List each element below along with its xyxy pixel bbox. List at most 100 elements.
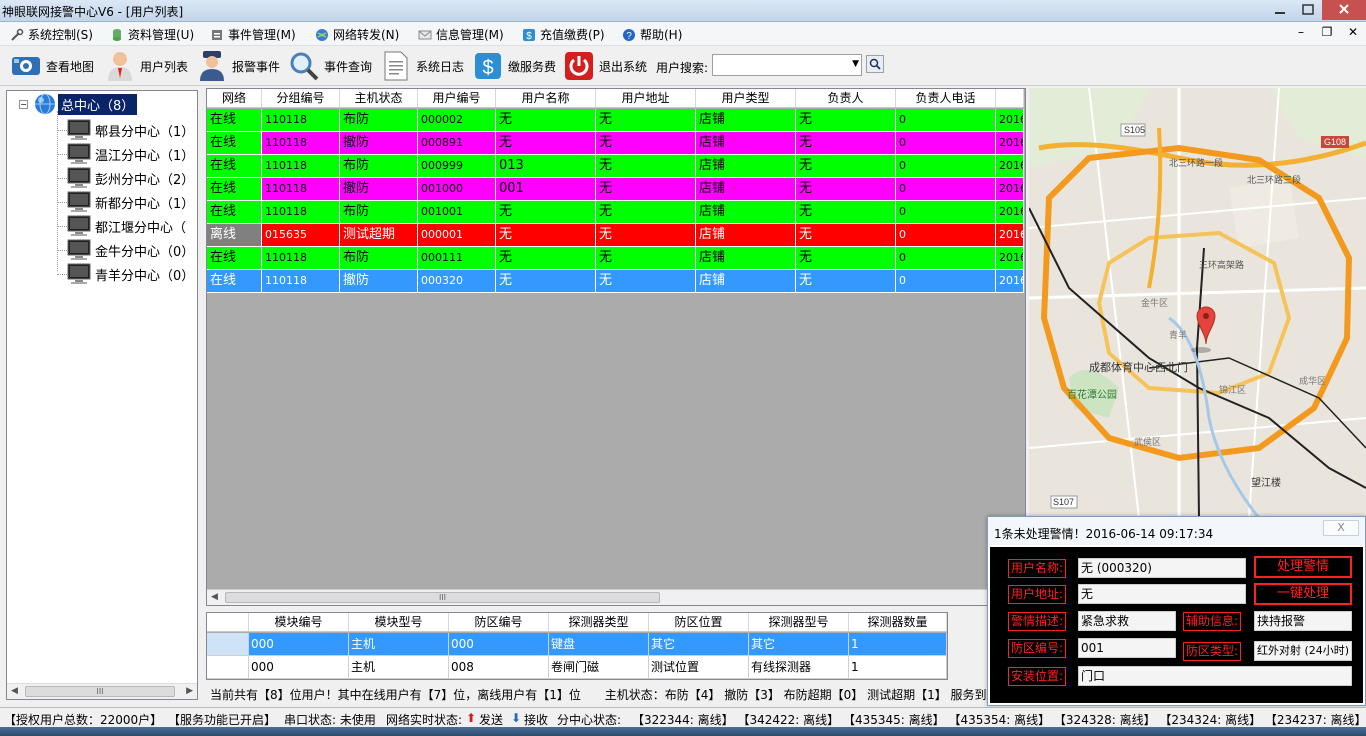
table-cell: 撤防 xyxy=(340,132,418,155)
table-row[interactable]: 在线110118布防000002无无店铺无02016 xyxy=(207,109,1024,132)
user-column-header[interactable]: 用户地址 xyxy=(596,89,696,107)
table-cell: 0 xyxy=(896,270,996,293)
user-column-header[interactable]: 负责人 xyxy=(796,89,896,107)
scroll-left-icon[interactable]: ◀ xyxy=(11,686,18,696)
table-cell: 000001 xyxy=(418,224,496,247)
pay-service-fee-button[interactable]: $ 缴服务费 xyxy=(472,49,556,83)
user-column-header[interactable] xyxy=(996,89,1024,107)
tree-root-node[interactable]: − 总中心（8） xyxy=(19,93,138,115)
tree-node-xindu[interactable]: 新都分中心（1） xyxy=(57,191,194,213)
network-status-label: 网络实时状态: xyxy=(386,713,463,727)
table-cell: 001000 xyxy=(418,178,496,201)
tree-node-dujiangyan[interactable]: 都江堰分中心（ xyxy=(57,215,186,237)
tree-node-pengzhou[interactable]: 彭州分中心（2） xyxy=(57,167,194,189)
minimize-button[interactable] xyxy=(1266,0,1294,20)
table-row[interactable]: 在线110118布防000999013无店铺无02016 xyxy=(207,155,1024,178)
menu-data-management[interactable]: 资料管理(U) xyxy=(110,26,194,43)
alarm-popup-close-button[interactable]: X xyxy=(1323,520,1359,536)
table-cell: 无 xyxy=(796,132,896,155)
city-map[interactable]: S105 G108 S107 北三环路一段 北三环路三段 三环高架路 金牛区 成… xyxy=(1029,88,1366,518)
module-column-header[interactable]: 探测器型号 xyxy=(749,613,849,631)
payment-icon: $ xyxy=(522,28,536,42)
user-list-button[interactable]: 用户列表 xyxy=(104,49,188,83)
alarm-events-label: 报警事件 xyxy=(232,59,281,74)
mdi-restore-icon[interactable]: ❐ xyxy=(1318,25,1336,39)
handle-alarm-button[interactable]: 处理警情 xyxy=(1254,556,1352,578)
table-cell: 店铺 xyxy=(696,270,796,293)
menu-info-management[interactable]: 信息管理(M) xyxy=(418,26,504,43)
exit-system-button[interactable]: 退出系统 xyxy=(563,49,647,83)
alarm-popup-header: 1条未处理警情！2016-06-14 09:17:34 X xyxy=(988,517,1365,545)
table-cell: 0 xyxy=(896,224,996,247)
table-row[interactable]: 在线110118撤防000320无无店铺无02016 xyxy=(207,270,1024,293)
tree-node-label: 郫县分中心（1） xyxy=(95,124,195,140)
view-map-button[interactable]: 查看地图 xyxy=(10,49,94,83)
module-column-header[interactable]: 模块编号 xyxy=(249,613,349,631)
maximize-button[interactable] xyxy=(1294,0,1322,20)
user-column-header[interactable]: 分组编号 xyxy=(262,89,340,107)
install-position-value: 门口 xyxy=(1078,666,1352,686)
menu-system-control[interactable]: 系统控制(S) xyxy=(10,26,93,43)
licensed-users-status: 【授权用户总数：22000户】 xyxy=(4,713,163,727)
user-list-label: 用户列表 xyxy=(140,59,189,74)
user-table-horizontal-scrollbar[interactable]: ◀ III ▶ xyxy=(207,589,1025,605)
alarm-events-button[interactable]: 报警事件 xyxy=(196,49,280,83)
search-go-button[interactable] xyxy=(866,55,884,73)
user-column-header[interactable]: 用户编号 xyxy=(418,89,496,107)
map-view[interactable]: S105 G108 S107 北三环路一段 北三环路三段 三环高架路 金牛区 成… xyxy=(1029,88,1366,518)
tree-node-wenjiang[interactable]: 温江分中心（1） xyxy=(57,143,194,165)
dropdown-arrow-icon[interactable]: ▼ xyxy=(852,59,859,69)
center-tree: − 总中心（8） 郫县分中心（1） 温江分中心（1） 彭州分中心（2） 新都分中… xyxy=(6,90,198,700)
tree-node-pixian[interactable]: 郫县分中心（1） xyxy=(57,119,194,141)
tree-node-qingyang[interactable]: 青羊分中心（0） xyxy=(57,263,194,285)
map-label-jinjiang: 锦江区 xyxy=(1219,384,1246,395)
user-column-header[interactable]: 网络 xyxy=(207,89,262,107)
module-column-header[interactable]: 模块型号 xyxy=(349,613,449,631)
table-cell: 无 xyxy=(796,224,896,247)
one-key-handle-button[interactable]: 一键处理 xyxy=(1254,583,1352,605)
close-window-button[interactable] xyxy=(1322,0,1366,20)
tree-node-label: 新都分中心（1） xyxy=(95,196,195,212)
scroll-thumb[interactable]: III xyxy=(25,686,175,697)
event-query-label: 事件查询 xyxy=(324,59,373,74)
tree-horizontal-scrollbar[interactable]: ◀ III ▶ xyxy=(7,683,197,699)
event-query-button[interactable]: 事件查询 xyxy=(288,49,372,83)
module-column-header[interactable]: 防区位置 xyxy=(649,613,749,631)
module-column-header[interactable]: 防区编号 xyxy=(449,613,549,631)
table-cell: 在线 xyxy=(207,247,262,270)
user-column-header[interactable]: 主机状态 xyxy=(340,89,418,107)
table-row[interactable]: 在线110118撤防001000001无店铺无02016 xyxy=(207,178,1024,201)
user-column-header[interactable]: 用户类型 xyxy=(696,89,796,107)
system-log-button[interactable]: 系统日志 xyxy=(380,49,464,83)
menu-event-management[interactable]: 事件管理(M) xyxy=(210,26,296,43)
table-row[interactable]: 在线110118撤防000891无无店铺无02016 xyxy=(207,132,1024,155)
user-column-header[interactable]: 用户名称 xyxy=(496,89,596,107)
dollar-icon: $ xyxy=(472,50,504,82)
user-search-input[interactable]: ▼ xyxy=(712,54,862,76)
table-cell: 其它 xyxy=(749,633,849,656)
menu-recharge[interactable]: $ 充值缴费(P) xyxy=(522,26,605,43)
table-row[interactable]: 在线110118布防000111无无店铺无02016 xyxy=(207,247,1024,270)
table-cell: 无 xyxy=(496,270,596,293)
mdi-close-icon[interactable]: ✕ xyxy=(1344,25,1362,39)
module-column-header[interactable]: 探测器类型 xyxy=(549,613,649,631)
table-cell: 在线 xyxy=(207,201,262,224)
log-document-icon xyxy=(380,50,412,82)
table-row[interactable]: 000 主机 000 键盘 其它 其它 1 xyxy=(207,633,947,656)
scroll-left-icon[interactable]: ◀ xyxy=(211,592,218,602)
module-column-header[interactable] xyxy=(207,613,249,631)
tree-node-jinniu[interactable]: 金牛分中心（0） xyxy=(57,239,194,261)
menu-network-forward[interactable]: 网络转发(N) xyxy=(315,26,399,43)
table-row[interactable]: 离线015635测试超期000001无无店铺无02016 xyxy=(207,224,1024,247)
user-column-header[interactable]: 负责人电话 xyxy=(896,89,996,107)
table-row[interactable]: 在线110118布防001001无无店铺无02016 xyxy=(207,201,1024,224)
table-cell: 卷闸门磁 xyxy=(549,656,649,679)
tree-collapse-icon[interactable]: − xyxy=(19,99,28,109)
menu-help[interactable]: ? 帮助(H) xyxy=(622,26,682,43)
table-row[interactable]: 000 主机 008 卷闸门磁 测试位置 有线探测器 1 xyxy=(207,656,947,679)
mdi-minimize-icon[interactable]: – xyxy=(1292,25,1310,39)
scroll-right-icon[interactable]: ▶ xyxy=(186,686,193,696)
scroll-thumb[interactable]: III xyxy=(225,592,660,603)
table-cell: 110118 xyxy=(262,132,340,155)
module-column-header[interactable]: 探测器数量 xyxy=(849,613,947,631)
